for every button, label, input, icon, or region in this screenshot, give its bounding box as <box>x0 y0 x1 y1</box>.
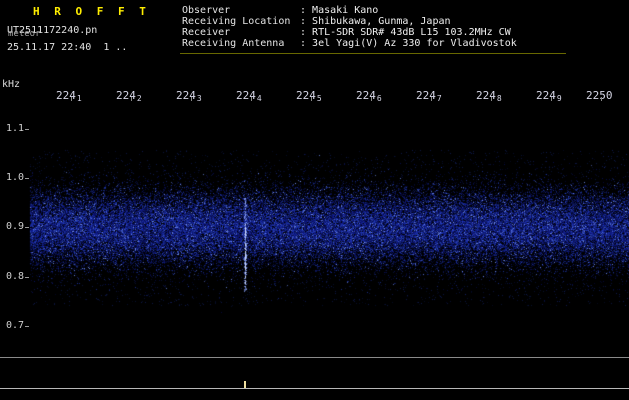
info-label: Observer <box>182 5 231 16</box>
info-row-receiver: Receiver: RTL-SDR SDR# 43dB L15 103.2MHz… <box>182 27 582 38</box>
time-tick-mark <box>251 97 252 101</box>
info-underline <box>180 53 566 54</box>
freq-tick-mark <box>25 326 29 327</box>
info-value: Masaki Kano <box>312 5 379 16</box>
info-row-location: Receiving Location: Shibukawa, Gunma, Ja… <box>182 16 582 27</box>
level-strip-baseline <box>0 388 629 389</box>
time-tick-label: 2244 <box>236 89 262 103</box>
freq-tick-label: 1.0 <box>6 172 25 183</box>
info-row-antenna: Receiving Antenna: 3el Yagi(V) Az 330 fo… <box>182 38 582 49</box>
time-tick-label: 2243 <box>176 89 202 103</box>
info-label: Receiving Antenna <box>182 38 285 49</box>
time-tick-mark <box>551 97 552 101</box>
time-tick-label: 2247 <box>416 89 442 103</box>
freq-tick-mark <box>25 227 29 228</box>
frequency-axis: 1.1 1.0 0.9 0.8 0.7 <box>0 0 30 400</box>
time-tick-label: 2241 <box>56 89 82 103</box>
colon-separator: : <box>300 27 313 38</box>
freq-tick-mark <box>25 277 29 278</box>
time-tick-label: 2245 <box>296 89 322 103</box>
info-value: Shibukawa, Gunma, Japan <box>312 16 451 27</box>
freq-tick-mark <box>25 129 29 130</box>
colon-separator: : <box>300 38 313 49</box>
time-tick-label: 2249 <box>536 89 562 103</box>
info-value: 3el Yagi(V) Az 330 for Vladivostok <box>312 38 517 49</box>
time-tick-label: 2246 <box>356 89 382 103</box>
time-tick-mark <box>311 97 312 101</box>
meteor-ping-tick <box>244 381 246 388</box>
colon-separator: : <box>300 16 313 27</box>
time-tick-mark <box>71 97 72 101</box>
receiver-info-block: Observer: Masaki Kano Receiving Location… <box>182 5 582 53</box>
time-tick-label: 2242 <box>116 89 142 103</box>
level-strip-top-line <box>0 357 629 358</box>
app-title: H R O F F T <box>33 5 150 18</box>
spectrogram-canvas <box>0 0 629 400</box>
time-tick-mark <box>371 97 372 101</box>
hrofft-screen: H R O F F T UT2511172240.pn meteor 25.11.… <box>0 0 629 400</box>
time-tick-mark <box>491 97 492 101</box>
colon-separator: : <box>300 5 313 16</box>
time-tick-label: 2248 <box>476 89 502 103</box>
freq-tick-label: 0.9 <box>6 221 25 232</box>
freq-tick-label: 0.7 <box>6 320 25 331</box>
info-value: RTL-SDR SDR# 43dB L15 103.2MHz CW <box>312 27 511 38</box>
freq-tick-mark <box>25 178 29 179</box>
info-label: Receiver <box>182 27 231 38</box>
info-row-observer: Observer: Masaki Kano <box>182 5 582 16</box>
time-tick-mark <box>601 97 602 101</box>
time-tick-mark <box>131 97 132 101</box>
time-tick-label: 2250 <box>586 89 613 102</box>
freq-tick-label: 0.8 <box>6 271 25 282</box>
time-tick-mark <box>431 97 432 101</box>
time-tick-mark <box>191 97 192 101</box>
time-axis: 2241 2242 2243 2244 2245 2246 2247 2248 2249 2250 <box>0 84 629 104</box>
freq-tick-label: 1.1 <box>6 123 25 134</box>
info-label: Receiving Location <box>182 16 291 27</box>
